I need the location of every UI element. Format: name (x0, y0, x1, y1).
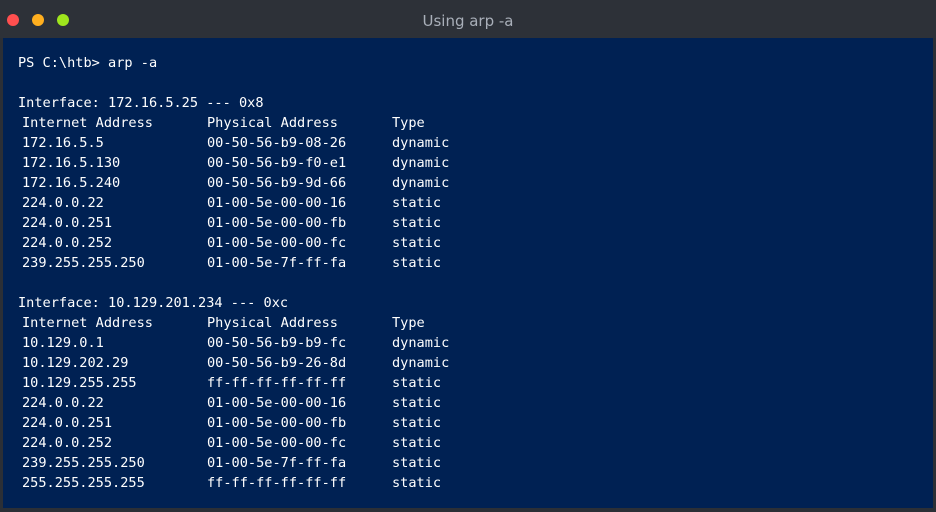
arp-entry-row: 224.0.0.252 01-00-5e-00-00-fc static (6, 433, 906, 453)
entry-type: static (392, 195, 442, 211)
column-header-type: Type (392, 115, 425, 131)
internet-address: 255.255.255.255 (22, 475, 145, 491)
entry-type: static (392, 415, 442, 431)
arp-entry-row: 172.16.5.130 00-50-56-b9-f0-e1 dynamic (6, 153, 906, 173)
entry-type: dynamic (392, 355, 450, 371)
column-header-internet-address: Internet Address (22, 315, 153, 331)
arp-entry-row: 10.129.255.255 ff-ff-ff-ff-ff-ff static (6, 373, 906, 393)
internet-address: 224.0.0.251 (22, 415, 113, 431)
physical-address: 00-50-56-b9-08-26 (207, 135, 347, 151)
physical-address: 01-00-5e-7f-ff-fa (207, 255, 347, 271)
entry-type: static (392, 375, 442, 391)
physical-address: 00-50-56-b9-b9-fc (207, 335, 347, 351)
internet-address: 239.255.255.250 (22, 455, 145, 471)
physical-address: 01-00-5e-00-00-fb (207, 215, 347, 231)
arp-entry-row: 255.255.255.255 ff-ff-ff-ff-ff-ff static (6, 473, 906, 493)
command-prompt-line: PS C:\htb> arp -a (18, 55, 158, 71)
interface-header: Interface: 172.16.5.25 --- 0x8 (18, 95, 264, 111)
entry-type: static (392, 235, 442, 251)
entry-type: dynamic (392, 335, 450, 351)
window-title: Using arp -a (422, 12, 514, 30)
physical-address: ff-ff-ff-ff-ff-ff (207, 475, 347, 491)
arp-entry-row: 224.0.0.251 01-00-5e-00-00-fb static (6, 413, 906, 433)
entry-type: static (392, 255, 442, 271)
physical-address: 01-00-5e-00-00-16 (207, 195, 347, 211)
internet-address: 224.0.0.22 (22, 195, 104, 211)
arp-entry-row: 224.0.0.251 01-00-5e-00-00-fb static (6, 213, 906, 233)
column-header-physical-address: Physical Address (207, 315, 338, 331)
physical-address: 01-00-5e-00-00-fc (207, 435, 347, 451)
interface-header: Interface: 10.129.201.234 --- 0xc (18, 295, 289, 311)
internet-address: 172.16.5.5 (22, 135, 104, 151)
internet-address: 172.16.5.240 (22, 175, 121, 191)
terminal-output[interactable]: PS C:\htb> arp -a Interface: 172.16.5.25… (3, 38, 933, 508)
title-bar: Using arp -a (0, 0, 936, 38)
physical-address: 00-50-56-b9-26-8d (207, 355, 347, 371)
entry-type: static (392, 215, 442, 231)
internet-address: 224.0.0.251 (22, 215, 113, 231)
arp-entry-row: 239.255.255.250 01-00-5e-7f-ff-fa static (6, 253, 906, 273)
arp-entry-row: 239.255.255.250 01-00-5e-7f-ff-fa static (6, 453, 906, 473)
arp-entry-row: 172.16.5.240 00-50-56-b9-9d-66 dynamic (6, 173, 906, 193)
arp-entry-row: 10.129.202.29 00-50-56-b9-26-8d dynamic (6, 353, 906, 373)
internet-address: 10.129.202.29 (22, 355, 129, 371)
column-header-physical-address: Physical Address (207, 115, 338, 131)
internet-address: 224.0.0.252 (22, 435, 113, 451)
column-header-row: Internet Address Physical Address Type (6, 313, 906, 333)
arp-entry-row: 10.129.0.1 00-50-56-b9-b9-fc dynamic (6, 333, 906, 353)
entry-type: dynamic (392, 135, 450, 151)
internet-address: 239.255.255.250 (22, 255, 145, 271)
column-header-row: Internet Address Physical Address Type (6, 113, 906, 133)
column-header-internet-address: Internet Address (22, 115, 153, 131)
physical-address: 01-00-5e-00-00-16 (207, 395, 347, 411)
arp-entry-row: 224.0.0.22 01-00-5e-00-00-16 static (6, 393, 906, 413)
entry-type: static (392, 455, 442, 471)
terminal-window: Using arp -a PS C:\htb> arp -a Interface… (0, 0, 936, 512)
arp-entry-row: 224.0.0.22 01-00-5e-00-00-16 static (6, 193, 906, 213)
physical-address: ff-ff-ff-ff-ff-ff (207, 375, 347, 391)
internet-address: 10.129.255.255 (22, 375, 137, 391)
arp-entry-row: 224.0.0.252 01-00-5e-00-00-fc static (6, 233, 906, 253)
internet-address: 10.129.0.1 (22, 335, 104, 351)
entry-type: static (392, 475, 442, 491)
physical-address: 01-00-5e-00-00-fc (207, 235, 347, 251)
entry-type: static (392, 435, 442, 451)
arp-entry-row: 172.16.5.5 00-50-56-b9-08-26 dynamic (6, 133, 906, 153)
column-header-type: Type (392, 315, 425, 331)
internet-address: 224.0.0.22 (22, 395, 104, 411)
physical-address: 01-00-5e-7f-ff-fa (207, 455, 347, 471)
entry-type: dynamic (392, 155, 450, 171)
physical-address: 01-00-5e-00-00-fb (207, 415, 347, 431)
physical-address: 00-50-56-b9-f0-e1 (207, 155, 347, 171)
entry-type: dynamic (392, 175, 450, 191)
physical-address: 00-50-56-b9-9d-66 (207, 175, 347, 191)
internet-address: 172.16.5.130 (22, 155, 121, 171)
entry-type: static (392, 395, 442, 411)
internet-address: 224.0.0.252 (22, 235, 113, 251)
